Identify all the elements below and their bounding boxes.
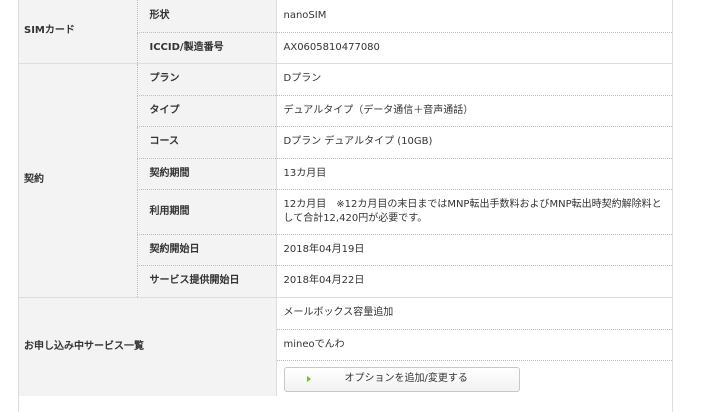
- table-row: 契約 プラン Dプラン: [19, 63, 672, 298]
- table-row: お申し込み中サービス一覧 メールボックス容量追加: [19, 297, 672, 396]
- contract-info-table: SIMカード 形状 nanoSIM ICCID/製造番号 AX060581047…: [19, 0, 672, 396]
- add-change-option-button[interactable]: オプションを追加/変更する: [283, 366, 520, 392]
- row-label: 形状: [136, 0, 276, 33]
- row-value: Dプラン デュアルタイプ (10GB): [275, 126, 672, 159]
- row-label: タイプ: [136, 95, 276, 127]
- row-label: サービス提供開始日: [136, 265, 276, 298]
- row-value: 2018年04月19日: [275, 234, 672, 266]
- row-value: デュアルタイプ（データ通信＋音声通話）: [275, 95, 672, 127]
- service-item: mineoでんわ: [275, 329, 672, 361]
- service-item: メールボックス容量追加: [275, 297, 672, 330]
- row-label: ICCID/製造番号: [136, 32, 276, 64]
- row-value: 2018年04月22日: [275, 265, 672, 298]
- row-value: AX0605810477080: [275, 32, 672, 64]
- row-label: コース: [136, 126, 276, 159]
- row-value: nanoSIM: [275, 0, 672, 33]
- row-label: 契約開始日: [136, 234, 276, 266]
- row-value: 12カ月目 ※12カ月目の末日まではMNP転出手数料およびMNP転出時契約解除料…: [275, 189, 672, 235]
- row-label: プラン: [136, 63, 276, 96]
- row-label: 契約期間: [136, 158, 276, 190]
- table-row: SIMカード 形状 nanoSIM: [19, 0, 672, 64]
- services-group-label: お申し込み中サービス一覧: [19, 297, 276, 396]
- sim-card-group-label: SIMカード: [19, 0, 137, 64]
- row-value: 13カ月目: [275, 158, 672, 190]
- add-change-option-button-label: オプションを追加/変更する: [344, 373, 468, 384]
- row-label: 利用期間: [136, 189, 276, 235]
- option-button-cell: オプションを追加/変更する: [275, 360, 672, 396]
- contract-group-label: 契約: [19, 63, 137, 298]
- arrow-right-icon: [306, 376, 311, 382]
- row-value: Dプラン: [275, 63, 672, 96]
